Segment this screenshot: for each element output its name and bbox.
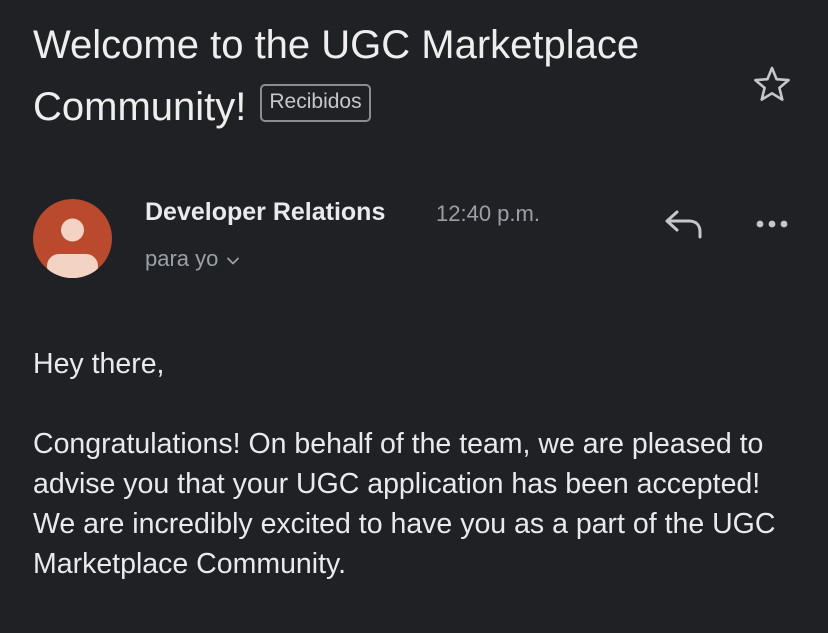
recipient-toggle[interactable]: para yo: [145, 244, 240, 274]
email-subject: Welcome to the UGC Marketplace Community…: [33, 14, 733, 138]
recipient-label: para yo: [145, 246, 219, 271]
star-icon[interactable]: [750, 62, 794, 106]
email-time: 12:40 p.m.: [436, 201, 540, 226]
email-body: Hey there, Congratulations! On behalf of…: [33, 344, 793, 584]
sender-name[interactable]: Developer Relations: [145, 196, 385, 228]
avatar-icon: [33, 199, 112, 278]
subject-line-2: Community! Recibidos: [33, 76, 733, 138]
more-icon[interactable]: [748, 204, 796, 244]
chevron-down-icon: [226, 244, 240, 274]
reply-icon[interactable]: [661, 204, 705, 244]
subject-line-2-text: Community!: [33, 85, 247, 129]
inbox-label-badge[interactable]: Recibidos: [260, 84, 371, 123]
email-paragraph: Congratulations! On behalf of the team, …: [33, 428, 776, 580]
subject-line-1: Welcome to the UGC Marketplace: [33, 23, 640, 67]
email-greeting: Hey there,: [33, 348, 165, 380]
